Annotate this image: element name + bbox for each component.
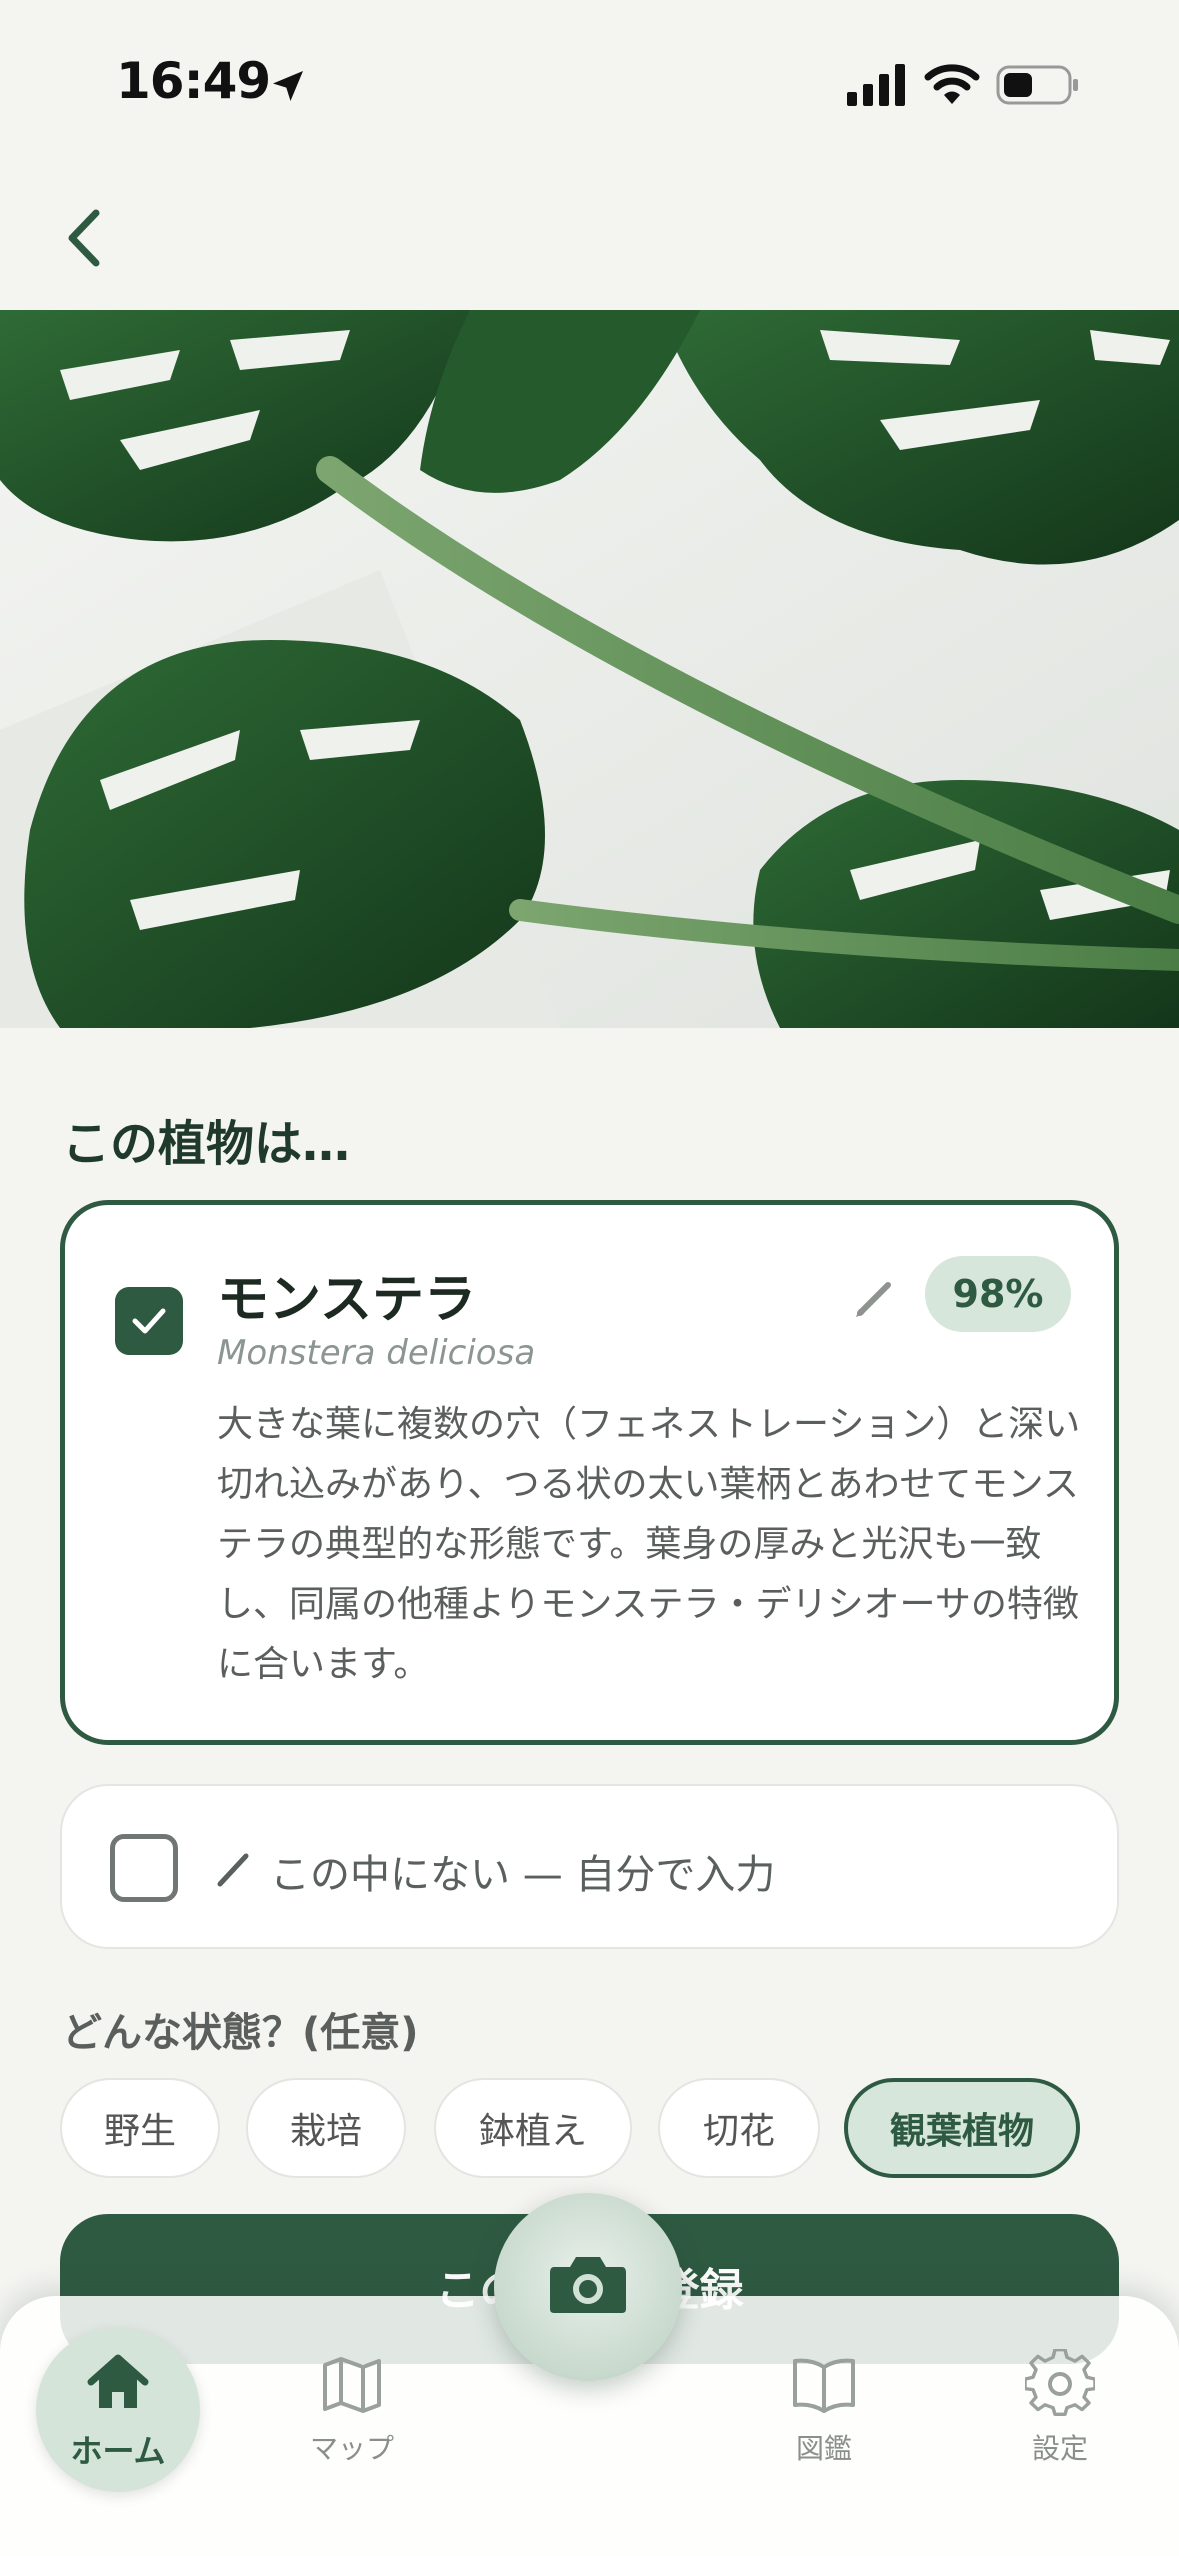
checkbox-checked-icon[interactable]	[115, 1287, 183, 1355]
tab-zukan-label: 図鑑	[795, 2432, 852, 2465]
tab-map[interactable]: マップ	[272, 2328, 432, 2488]
confidence-badge: 98%	[925, 1256, 1071, 1332]
plant-name: モンステラ	[217, 1270, 476, 1330]
back-chevron-icon[interactable]	[60, 205, 110, 271]
pencil-icon	[217, 1853, 249, 1887]
status-time: 16:49	[116, 52, 271, 110]
manual-entry-label: この中にない — 自分で入力	[270, 1852, 776, 1898]
tab-home-label: ホーム	[70, 2432, 166, 2470]
chip-cut-flower[interactable]: 切花	[658, 2078, 820, 2178]
chip-wild[interactable]: 野生	[60, 2078, 220, 2178]
tab-settings[interactable]: 設定	[980, 2328, 1140, 2488]
section-title: この植物は…	[62, 1116, 351, 1172]
tab-home[interactable]: ホーム	[36, 2328, 200, 2492]
plant-identification-screen: 16:49 この植物は… モンステラ Monstera deliciosa 98…	[0, 0, 1179, 2556]
signal-icon	[847, 64, 905, 106]
pencil-icon[interactable]	[850, 1273, 900, 1323]
home-icon	[87, 2354, 149, 2408]
chip-foliage-plant[interactable]: 観葉植物	[844, 2078, 1080, 2178]
camera-icon	[550, 2257, 626, 2313]
chip-cultivated[interactable]: 栽培	[246, 2078, 406, 2178]
plant-scientific-name: Monstera deliciosa	[217, 1333, 536, 1373]
chip-potted[interactable]: 鉢植え	[434, 2078, 632, 2178]
checkbox-unchecked-icon[interactable]	[110, 1834, 178, 1902]
gear-icon	[1025, 2349, 1095, 2416]
plant-photo	[0, 310, 1179, 1028]
location-arrow-icon	[273, 71, 303, 101]
tab-map-label: マップ	[309, 2432, 394, 2465]
book-icon	[793, 2358, 855, 2413]
plant-description: 大きな葉に複数の穴（フェネストレーション）と深い切れ込みがあり、つる状の太い葉柄…	[217, 1404, 1081, 1685]
state-title: どんな状態？(任意)	[62, 2010, 419, 2056]
wifi-icon	[924, 64, 980, 104]
candidate-card[interactable]: モンステラ Monstera deliciosa 98% 大きな葉に複数の穴（フ…	[60, 1200, 1119, 1745]
tab-zukan[interactable]: 図鑑	[744, 2328, 904, 2488]
tab-settings-label: 設定	[1031, 2432, 1088, 2465]
map-icon	[323, 2357, 381, 2413]
battery-icon	[996, 65, 1078, 105]
manual-entry-option[interactable]: この中にない — 自分で入力	[60, 1784, 1119, 1949]
camera-button[interactable]	[494, 2193, 682, 2381]
